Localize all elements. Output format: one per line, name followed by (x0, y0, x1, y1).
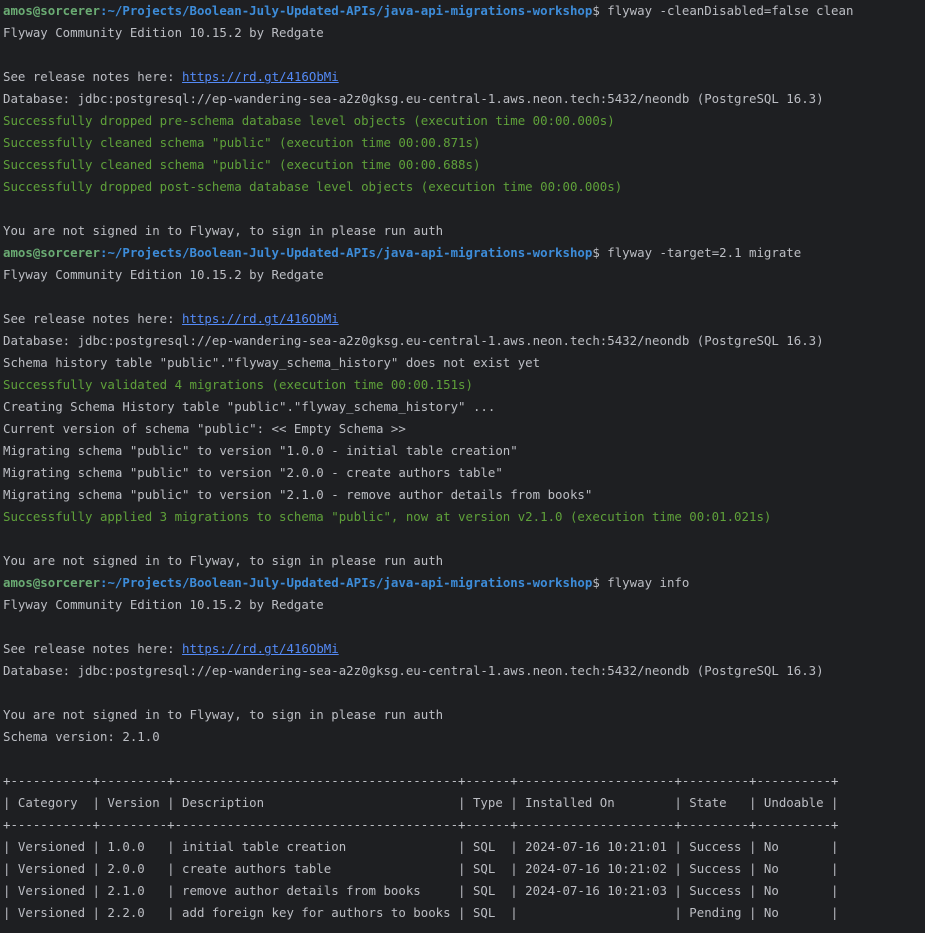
output-line: Schema version: 2.1.0 (3, 729, 160, 744)
prompt-symbol: $ (592, 245, 608, 260)
prompt-line: amos@sorcerer:~/Projects/Boolean-July-Up… (0, 0, 925, 22)
command-text: flyway -target=2.1 migrate (607, 245, 802, 260)
terminal-output[interactable]: amos@sorcerer:~/Projects/Boolean-July-Up… (0, 0, 925, 933)
command-text: flyway info (607, 575, 690, 590)
prompt-line: amos@sorcerer:~/Projects/Boolean-July-Up… (0, 572, 925, 594)
release-notes-line: See release notes here: https://rd.gt/41… (0, 638, 925, 660)
success-message: Successfully dropped post-schema databas… (3, 179, 623, 194)
prompt-path: :~/Projects/Boolean-July-Updated-APIs/ja… (99, 3, 593, 18)
success-message: Successfully applied 3 migrations to sch… (3, 509, 772, 524)
release-notes-line: See release notes here: https://rd.gt/41… (0, 308, 925, 330)
release-notes-link[interactable]: https://rd.gt/416ObMi (182, 641, 339, 656)
output-line: Migrating schema "public" to version "2.… (3, 487, 593, 502)
output-line: Schema history table "public"."flyway_sc… (3, 355, 541, 370)
output-line: Migrating schema "public" to version "1.… (3, 443, 518, 458)
release-notes-label: See release notes here: (3, 641, 183, 656)
prompt-symbol: $ (592, 575, 608, 590)
success-message: Successfully cleaned schema "public" (ex… (3, 135, 481, 150)
prompt-user: amos@sorcerer (3, 245, 100, 260)
prompt-symbol: $ (592, 3, 608, 18)
output-line: | Versioned | 2.1.0 | remove author deta… (3, 883, 839, 898)
output-line: Migrating schema "public" to version "2.… (3, 465, 503, 480)
output-line: | Category | Version | Description | Typ… (3, 795, 839, 810)
prompt-user: amos@sorcerer (3, 3, 100, 18)
release-notes-link[interactable]: https://rd.gt/416ObMi (182, 69, 339, 84)
output-line: Database: jdbc:postgresql://ep-wandering… (3, 663, 824, 678)
prompt-user: amos@sorcerer (3, 575, 100, 590)
output-line: +-----------+---------+-----------------… (3, 773, 839, 788)
output-line: You are not signed in to Flyway, to sign… (3, 223, 444, 238)
release-notes-label: See release notes here: (3, 69, 183, 84)
output-line: Database: jdbc:postgresql://ep-wandering… (3, 333, 824, 348)
success-message: Successfully cleaned schema "public" (ex… (3, 157, 481, 172)
output-line: | Versioned | 2.2.0 | add foreign key fo… (3, 905, 839, 920)
output-line: You are not signed in to Flyway, to sign… (3, 553, 444, 568)
output-line: Flyway Community Edition 10.15.2 by Redg… (3, 25, 324, 40)
release-notes-link[interactable]: https://rd.gt/416ObMi (182, 311, 339, 326)
release-notes-label: See release notes here: (3, 311, 183, 326)
success-message: Successfully dropped pre-schema database… (3, 113, 615, 128)
prompt-path: :~/Projects/Boolean-July-Updated-APIs/ja… (99, 575, 593, 590)
output-line: You are not signed in to Flyway, to sign… (3, 707, 444, 722)
output-line: | Versioned | 2.0.0 | create authors tab… (3, 861, 839, 876)
output-line: Current version of schema "public": << E… (3, 421, 406, 436)
output-line: | Versioned | 1.0.0 | initial table crea… (3, 839, 839, 854)
output-line: +-----------+---------+-----------------… (3, 817, 839, 832)
prompt-line: amos@sorcerer:~/Projects/Boolean-July-Up… (0, 242, 925, 264)
command-text: flyway -cleanDisabled=false clean (607, 3, 854, 18)
output-line: Flyway Community Edition 10.15.2 by Redg… (3, 597, 324, 612)
prompt-path: :~/Projects/Boolean-July-Updated-APIs/ja… (99, 245, 593, 260)
output-line: Flyway Community Edition 10.15.2 by Redg… (3, 267, 324, 282)
release-notes-line: See release notes here: https://rd.gt/41… (0, 66, 925, 88)
success-message: Successfully validated 4 migrations (exe… (3, 377, 473, 392)
output-line: Creating Schema History table "public"."… (3, 399, 496, 414)
output-line: Database: jdbc:postgresql://ep-wandering… (3, 91, 824, 106)
